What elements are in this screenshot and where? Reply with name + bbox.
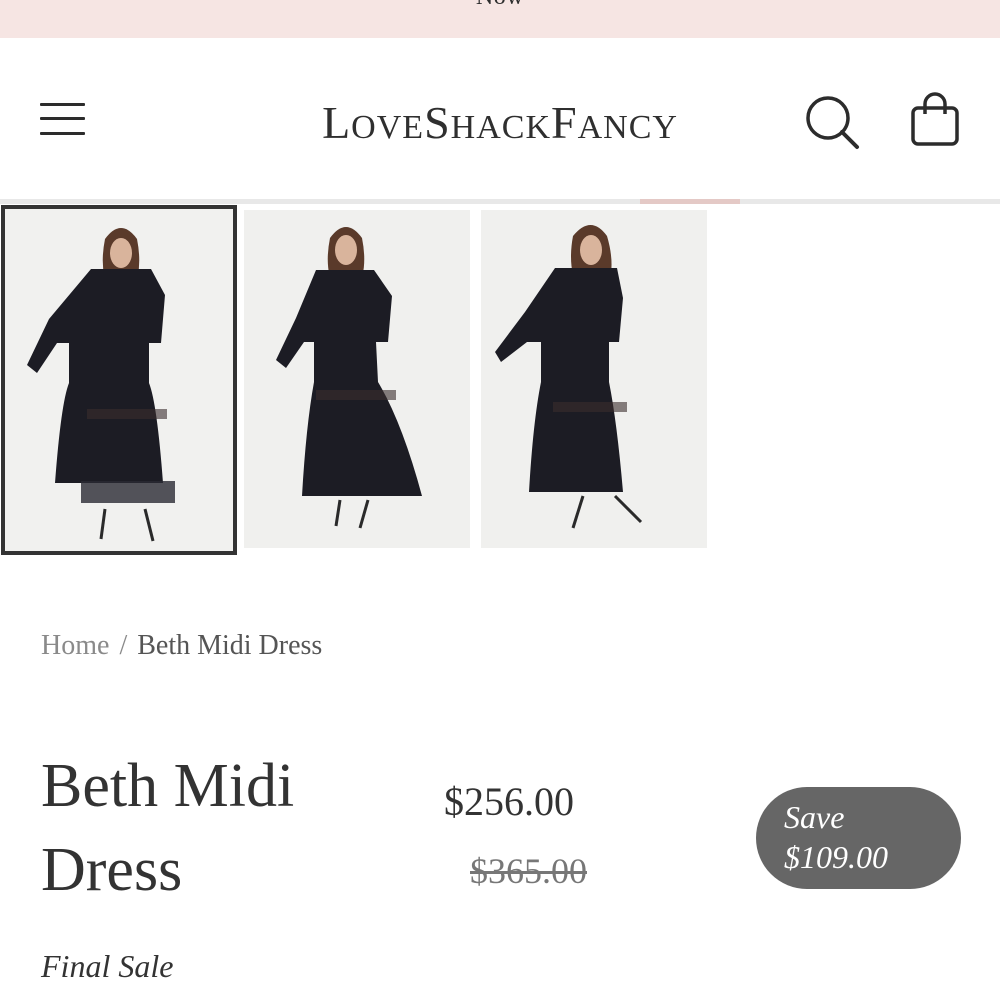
original-price: $365.00 (470, 851, 587, 891)
breadcrumb-home-link[interactable]: Home (41, 630, 109, 661)
dress-photo-walking (244, 210, 470, 548)
site-header: LOVESHACKFANCY (0, 38, 1000, 201)
search-icon[interactable] (803, 93, 863, 153)
savings-badge: Save $109.00 (756, 787, 961, 889)
breadcrumb: Home / Beth Midi Dress (41, 630, 322, 662)
breadcrumb-current: Beth Midi Dress (137, 630, 323, 661)
thumbnail-walking-view[interactable] (244, 210, 470, 548)
product-title: Beth Midi Dress (41, 752, 295, 904)
hamburger-menu-icon[interactable] (40, 101, 86, 137)
dress-photo-front (5, 209, 233, 551)
header-divider (0, 199, 1000, 204)
breadcrumb-separator: / (119, 630, 128, 661)
thumbnail-front-view[interactable] (1, 205, 237, 555)
product-thumbnail-gallery (0, 205, 1000, 555)
savings-label: Save (784, 799, 845, 835)
final-sale-note: Final Sale (41, 948, 174, 984)
shopping-bag-icon[interactable] (907, 90, 963, 150)
promo-banner[interactable]: Now (0, 0, 1000, 38)
thumbnail-side-view[interactable] (481, 210, 707, 548)
brand-logo[interactable]: LOVESHACKFANCY (250, 96, 750, 149)
promo-text: Now (0, 0, 1000, 11)
dress-photo-side (481, 210, 707, 548)
sale-price: $256.00 (444, 779, 574, 824)
savings-amount: $109.00 (784, 839, 888, 875)
